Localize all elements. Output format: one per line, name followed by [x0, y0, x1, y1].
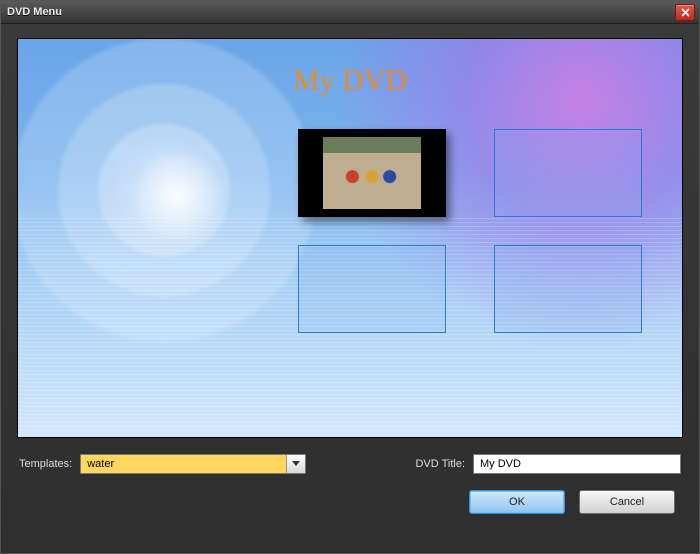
video-slot-2[interactable]: [494, 129, 642, 217]
titlebar: DVD Menu: [1, 1, 699, 24]
video-slot-3[interactable]: [298, 245, 446, 333]
menu-title: My DVD: [18, 64, 682, 98]
templates-combobox[interactable]: water: [80, 454, 306, 474]
cancel-button-label: Cancel: [610, 496, 644, 508]
templates-group: Templates: water: [19, 454, 306, 474]
cancel-button[interactable]: Cancel: [579, 490, 675, 514]
fields-row: Templates: water DVD Title:: [19, 454, 681, 474]
preview-area: My DVD: [1, 24, 699, 446]
video-thumbnail: [323, 137, 421, 209]
templates-label: Templates:: [19, 458, 72, 470]
button-row: OK Cancel: [19, 490, 681, 514]
ok-button-label: OK: [509, 496, 525, 508]
templates-selected: water: [81, 455, 286, 473]
dvd-title-label: DVD Title:: [415, 458, 465, 470]
video-slot-4[interactable]: [494, 245, 642, 333]
controls: Templates: water DVD Title: OK: [1, 446, 699, 514]
close-button[interactable]: [675, 4, 695, 21]
combobox-arrow[interactable]: [286, 455, 305, 473]
video-slots: [298, 129, 658, 333]
menu-preview: My DVD: [17, 38, 683, 438]
dvd-title-input[interactable]: [473, 454, 681, 474]
close-icon: [681, 8, 690, 17]
ok-button[interactable]: OK: [469, 490, 565, 514]
chevron-down-icon: [292, 461, 300, 467]
water-glare: [98, 150, 258, 380]
video-slot-1[interactable]: [298, 129, 446, 217]
dvd-title-group: DVD Title:: [415, 454, 681, 474]
window-title: DVD Menu: [7, 6, 62, 18]
dvd-menu-dialog: DVD Menu My DVD Templates:: [0, 0, 700, 554]
